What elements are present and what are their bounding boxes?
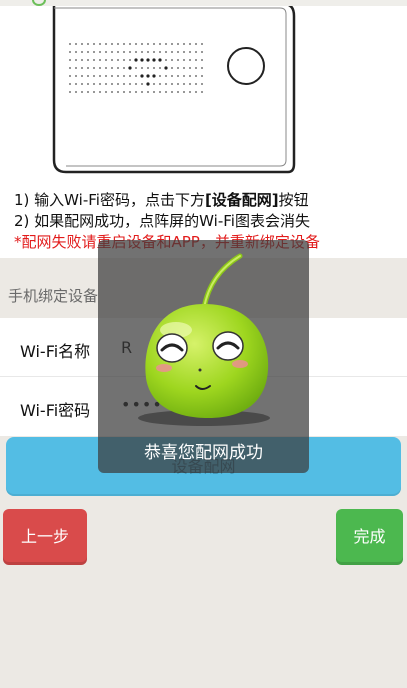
done-button[interactable]: 完成 xyxy=(336,509,403,565)
step-1-text: 1) 输入Wi-Fi密码，点击下方 xyxy=(14,191,205,209)
success-message: 恭喜您配网成功 xyxy=(144,443,263,463)
password-label: Wi-Fi密码 xyxy=(20,401,91,420)
success-toast: 恭喜您配网成功 xyxy=(98,240,309,473)
status-icon xyxy=(32,0,46,6)
instruction-step-2: 2) 如果配网成功，点阵屏的Wi-Fi图表会消失 xyxy=(14,212,310,230)
instruction-panel: 1) 输入Wi-Fi密码，点击下方[设备配网]按钮 2) 如果配网成功，点阵屏的… xyxy=(0,0,407,258)
ssid-label: Wi-Fi名称 xyxy=(20,342,91,361)
status-bar xyxy=(0,0,407,6)
step-1-highlight: [设备配网] xyxy=(204,191,279,209)
device-illustration xyxy=(52,0,296,174)
instruction-step-1: 1) 输入Wi-Fi密码，点击下方[设备配网]按钮 xyxy=(14,190,404,211)
green-bean-mascot xyxy=(138,253,270,426)
previous-step-button[interactable]: 上一步 xyxy=(3,509,87,565)
section-title: 手机绑定设备 xyxy=(8,287,99,305)
step-1-suffix: 按钮 xyxy=(278,191,309,209)
